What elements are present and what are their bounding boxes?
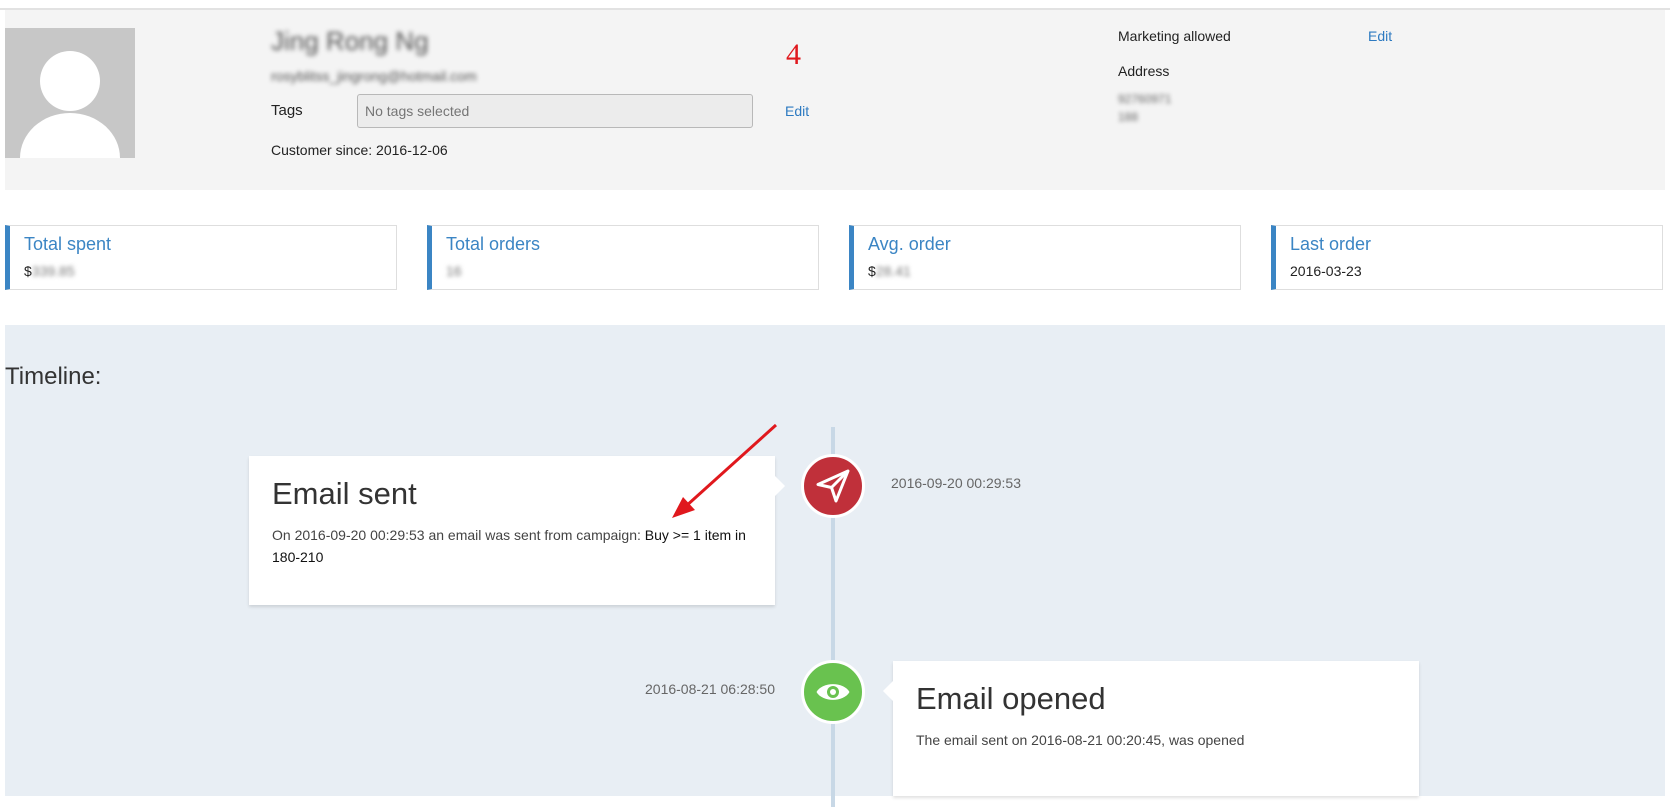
annotation-arrow xyxy=(672,423,778,518)
